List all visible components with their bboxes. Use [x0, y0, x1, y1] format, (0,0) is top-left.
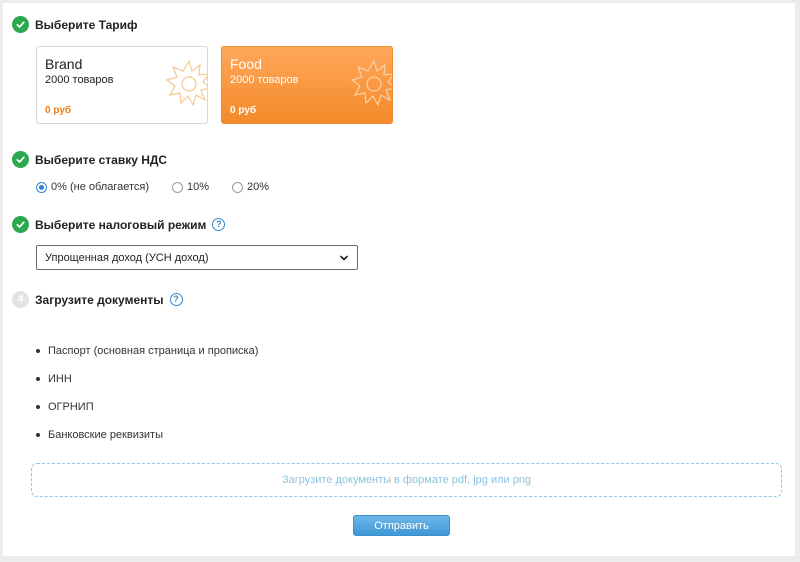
bullet — [36, 433, 40, 437]
documents-list: Паспорт (основная страница и прописка) И… — [36, 337, 258, 449]
list-item: ИНН — [36, 365, 258, 393]
step-title: Выберите налоговый режим — [35, 217, 207, 232]
bullet — [36, 377, 40, 381]
vat-option-10[interactable]: 10% — [172, 181, 209, 193]
tariff-card-brand[interactable]: Brand 2000 товаров 0 руб — [36, 46, 208, 124]
list-item: ОГРНИП — [36, 393, 258, 421]
question-icon[interactable]: ? — [212, 218, 226, 231]
vat-option-20[interactable]: 20% — [232, 181, 269, 193]
document-name: ОГРНИП — [48, 401, 94, 413]
step-title: Выберите Тариф — [35, 17, 138, 32]
list-item: Банковские реквизиты — [36, 421, 258, 449]
document-name: ИНН — [48, 373, 72, 385]
bullet — [36, 405, 40, 409]
radio-label: 10% — [187, 181, 210, 193]
radio-button[interactable] — [172, 181, 184, 193]
step-tax-regime: Выберите налоговый режим ? — [12, 216, 226, 233]
list-item: Паспорт (основная страница и прописка) — [36, 337, 258, 365]
radio-label: 20% — [247, 181, 270, 193]
document-name: Паспорт (основная страница и прописка) — [48, 345, 259, 357]
sun-icon — [165, 59, 207, 107]
step-vat: Выберите ставку НДС — [12, 151, 167, 168]
tariff-price: 0 руб — [45, 105, 72, 116]
tax-regime-select[interactable]: Упрощенная доход (УСН доход) — [36, 245, 358, 270]
tariff-price: 0 руб — [230, 105, 257, 116]
select-value: Упрощенная доход (УСН доход) — [45, 251, 209, 264]
radio-label: 0% (не облагается) — [51, 181, 150, 193]
vat-option-0[interactable]: 0% (не облагается) — [36, 181, 149, 193]
step-documents: 4 Загрузите документы ? — [12, 291, 183, 308]
upload-dropzone[interactable]: Загрузите документы в формате pdf, jpg и… — [31, 463, 782, 497]
step-tariff: Выберите Тариф — [12, 16, 138, 33]
check-icon — [12, 16, 29, 33]
tariff-card-food[interactable]: Food 2000 товаров 0 руб — [221, 46, 393, 124]
question-icon[interactable]: ? — [169, 293, 183, 306]
chevron-down-icon — [340, 255, 348, 260]
step-number: 4 — [12, 291, 29, 308]
step-title: Выберите ставку НДС — [35, 152, 168, 167]
vat-radio-group: 0% (не облагается) 10% 20% — [36, 181, 292, 193]
form-card: Выберите Тариф Brand 2000 товаров 0 руб … — [3, 3, 795, 556]
submit-button[interactable]: Отправить — [353, 515, 450, 536]
sun-icon — [350, 59, 392, 107]
upload-label: Загрузите документы в формате pdf, jpg и… — [281, 474, 532, 486]
document-name: Банковские реквизиты — [48, 429, 163, 441]
radio-button[interactable] — [36, 181, 47, 193]
bullet — [36, 349, 40, 353]
check-icon — [12, 151, 29, 168]
step-title: Загрузите документы — [35, 292, 164, 307]
radio-button[interactable] — [232, 181, 244, 193]
check-icon — [12, 216, 29, 233]
